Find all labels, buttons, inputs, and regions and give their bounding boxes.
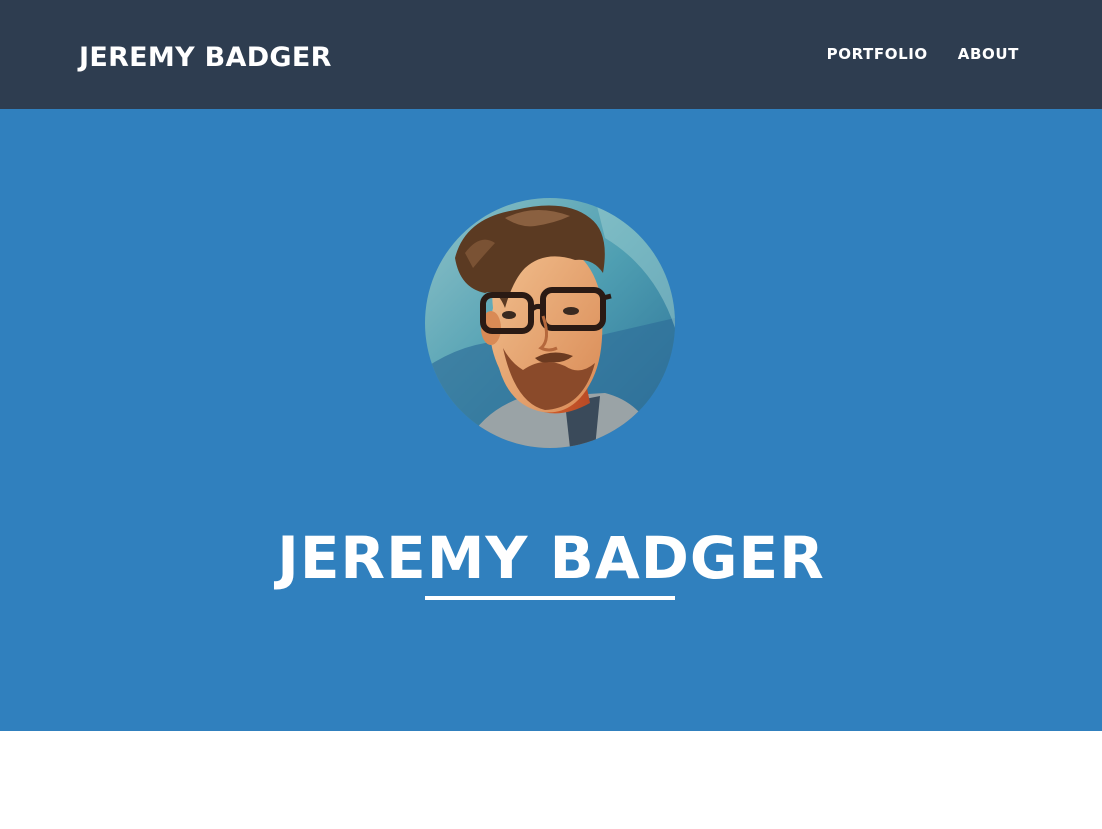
nav-menu: PORTFOLIO ABOUT [827, 44, 1019, 64]
hero-divider [425, 596, 675, 600]
hero-section: JEREMY BADGER [0, 109, 1102, 731]
portrait-illustration [425, 198, 675, 448]
nav-link-portfolio[interactable]: PORTFOLIO [827, 44, 928, 64]
top-navbar: JEREMY BADGER PORTFOLIO ABOUT [0, 0, 1102, 109]
hero-title: JEREMY BADGER [277, 523, 825, 592]
nav-link-about[interactable]: ABOUT [958, 44, 1019, 64]
content-section [0, 731, 1102, 829]
avatar [425, 198, 675, 448]
brand-link[interactable]: JEREMY BADGER [79, 40, 332, 76]
